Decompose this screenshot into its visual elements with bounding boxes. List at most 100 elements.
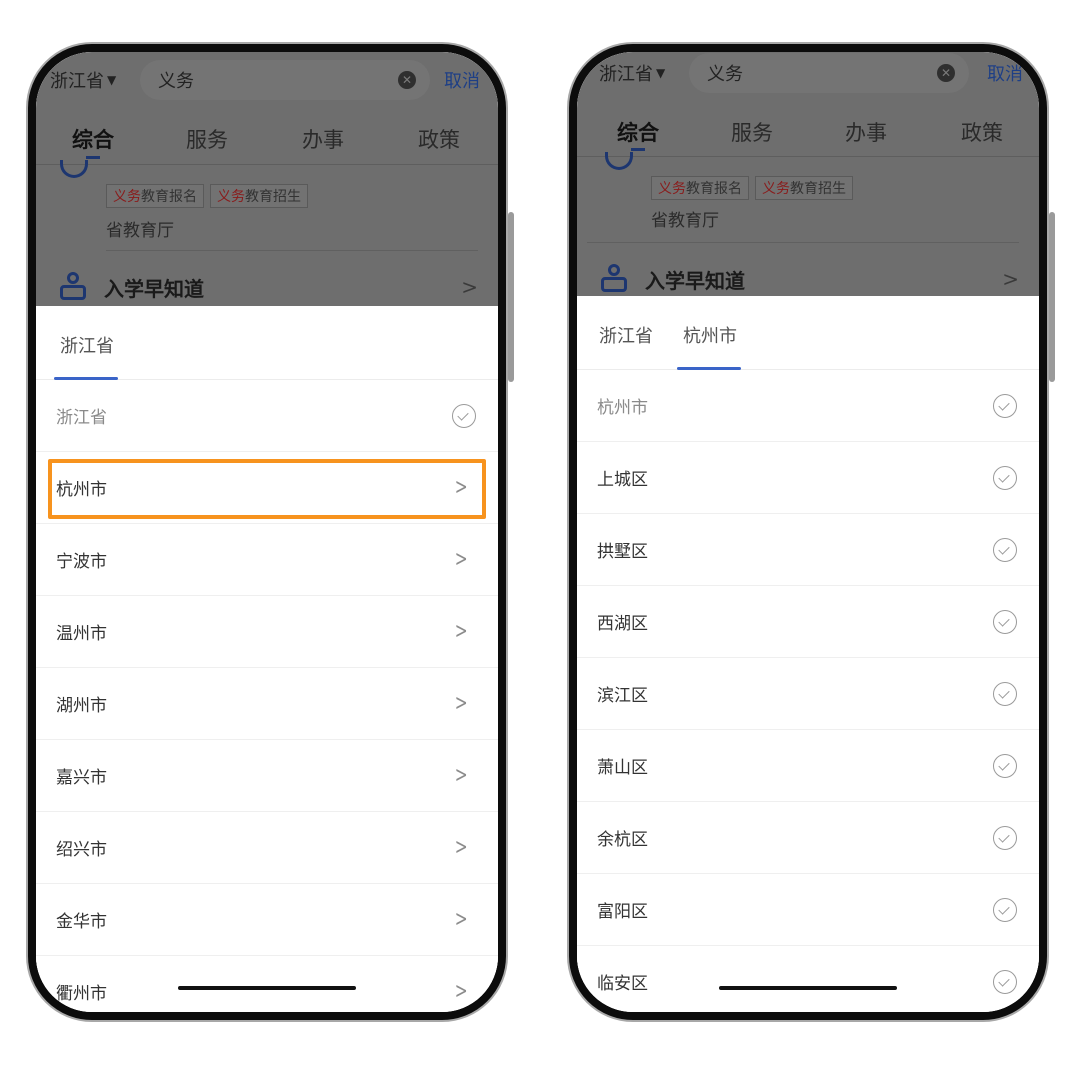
item-label: 上城区 (597, 470, 648, 490)
region-select[interactable]: 浙江省 ▼ (36, 67, 116, 93)
result-tag[interactable]: 义务教育报名 (106, 184, 204, 208)
screen-right: 浙江省 ▼ 义务 ✕ 取消 综合 服务 办事 政策 义务教育报名 义务教育招生 … (577, 52, 1039, 1012)
check-circle-icon (993, 825, 1017, 850)
chevron-right-icon: > (454, 835, 468, 860)
item-label: 西湖区 (597, 614, 648, 634)
tag-text: 教育报名 (686, 181, 742, 197)
list-item[interactable]: 金华市 > (36, 884, 498, 956)
list-item[interactable]: 绍兴市 > (36, 812, 498, 884)
phone-frame-right: 浙江省 ▼ 义务 ✕ 取消 综合 服务 办事 政策 义务教育报名 义务教育招生 … (569, 44, 1055, 1020)
cancel-button[interactable]: 取消 (444, 67, 480, 93)
item-label: 温州市 (56, 624, 107, 644)
list-item[interactable]: 湖州市 > (36, 668, 498, 740)
picker-tabs: 浙江省 (36, 306, 498, 380)
knowledge-row[interactable]: 入学早知道 > (577, 264, 1039, 294)
check-circle-icon (993, 393, 1017, 418)
tag-text: 教育招生 (790, 181, 846, 197)
list-item[interactable]: 温州市 > (36, 596, 498, 668)
tag-highlight: 义务 (658, 181, 686, 197)
student-icon (599, 264, 629, 294)
cancel-button[interactable]: 取消 (987, 60, 1023, 86)
picker-tab-province[interactable]: 浙江省 (599, 322, 653, 348)
item-label: 拱墅区 (597, 542, 648, 562)
result-tags: 义务教育报名 义务教育招生 (651, 176, 853, 200)
tab-policy[interactable]: 政策 (418, 124, 460, 154)
chevron-right-icon: > (461, 275, 478, 299)
search-input[interactable]: 义务 ✕ (689, 53, 969, 93)
item-label: 临安区 (597, 974, 648, 994)
list-item[interactable]: 滨江区 (577, 658, 1039, 730)
region-select[interactable]: 浙江省 ▼ (577, 60, 665, 86)
search-query: 义务 (158, 71, 194, 92)
service-icon-accent (631, 148, 645, 151)
item-label: 宁波市 (56, 552, 107, 572)
list-item[interactable]: 拱墅区 (577, 514, 1039, 586)
list-item[interactable]: 嘉兴市 > (36, 740, 498, 812)
chevron-right-icon: > (454, 619, 468, 644)
list-item[interactable]: 萧山区 (577, 730, 1039, 802)
tag-text: 教育报名 (141, 189, 197, 205)
item-label: 富阳区 (597, 902, 648, 922)
home-indicator[interactable] (719, 986, 897, 990)
tag-highlight: 义务 (113, 189, 141, 205)
check-circle-icon (452, 403, 476, 428)
result-tag[interactable]: 义务教育报名 (651, 176, 749, 200)
tab-affairs[interactable]: 办事 (845, 117, 887, 147)
knowledge-title: 入学早知道 (645, 268, 745, 293)
list-item[interactable]: 临安区 (577, 946, 1039, 1012)
tab-comprehensive[interactable]: 综合 (617, 117, 659, 147)
tab-services[interactable]: 服务 (731, 117, 773, 147)
clear-icon[interactable]: ✕ (398, 71, 416, 89)
chevron-right-icon: > (454, 547, 468, 572)
check-circle-icon (993, 537, 1017, 562)
chevron-right-icon: > (454, 763, 468, 788)
list-item[interactable]: 余杭区 (577, 802, 1039, 874)
chevron-right-icon: > (454, 691, 468, 716)
tab-services[interactable]: 服务 (186, 124, 228, 154)
knowledge-title: 入学早知道 (104, 276, 204, 301)
student-icon (58, 272, 88, 302)
item-label: 滨江区 (597, 686, 648, 706)
list-item[interactable]: 上城区 (577, 442, 1039, 514)
list-item-hangzhou[interactable]: 杭州市 > (36, 452, 498, 524)
region-picker-sheet: 浙江省 浙江省 杭州市 > 宁波市 > 温州市 > 湖州市 > 嘉兴市 > 绍兴… (36, 306, 498, 1012)
list-item[interactable]: 衢州市 > (36, 956, 498, 1012)
check-circle-icon (993, 897, 1017, 922)
item-label: 萧山区 (597, 758, 648, 778)
home-indicator[interactable] (178, 986, 356, 990)
chevron-right-icon: > (1002, 267, 1019, 291)
department-label: 省教育厅 (651, 211, 719, 231)
tab-comprehensive[interactable]: 综合 (72, 124, 114, 154)
list-item[interactable]: 杭州市 (577, 370, 1039, 442)
item-label: 杭州市 (597, 398, 648, 418)
clear-icon[interactable]: ✕ (937, 64, 955, 82)
top-tabs: 综合 服务 办事 政策 (577, 107, 1039, 157)
caret-down-icon: ▼ (107, 73, 117, 87)
knowledge-row[interactable]: 入学早知道 > (36, 272, 498, 302)
result-tag[interactable]: 义务教育招生 (755, 176, 853, 200)
picker-tab-city[interactable]: 杭州市 (683, 322, 737, 348)
list-item[interactable]: 富阳区 (577, 874, 1039, 946)
result-tag[interactable]: 义务教育招生 (210, 184, 308, 208)
divider (577, 156, 1039, 157)
check-circle-icon (993, 753, 1017, 778)
background-page: 浙江省 ▼ 义务 ✕ 取消 综合 服务 办事 政策 义务教育报名 义务教育招生 … (36, 52, 498, 306)
search-input[interactable]: 义务 ✕ (140, 60, 430, 100)
tab-affairs[interactable]: 办事 (302, 124, 344, 154)
list-item[interactable]: 西湖区 (577, 586, 1039, 658)
region-picker-sheet: 浙江省 杭州市 杭州市 上城区 拱墅区 西湖区 滨江区 萧山区 余杭区 富阳区 … (577, 296, 1039, 1012)
item-label: 杭州市 (56, 480, 107, 500)
top-tabs: 综合 服务 办事 政策 (36, 114, 498, 164)
list-item[interactable]: 宁波市 > (36, 524, 498, 596)
item-label: 余杭区 (597, 830, 648, 850)
region-select-label: 浙江省 (50, 71, 104, 92)
side-button (1049, 212, 1055, 382)
tag-highlight: 义务 (217, 189, 245, 205)
list-item[interactable]: 浙江省 (36, 380, 498, 452)
check-circle-icon (993, 969, 1017, 994)
search-query: 义务 (707, 64, 743, 85)
chevron-right-icon: > (454, 907, 468, 932)
tab-policy[interactable]: 政策 (961, 117, 1003, 147)
department-label: 省教育厅 (106, 221, 174, 241)
picker-tab-province[interactable]: 浙江省 (60, 332, 114, 358)
